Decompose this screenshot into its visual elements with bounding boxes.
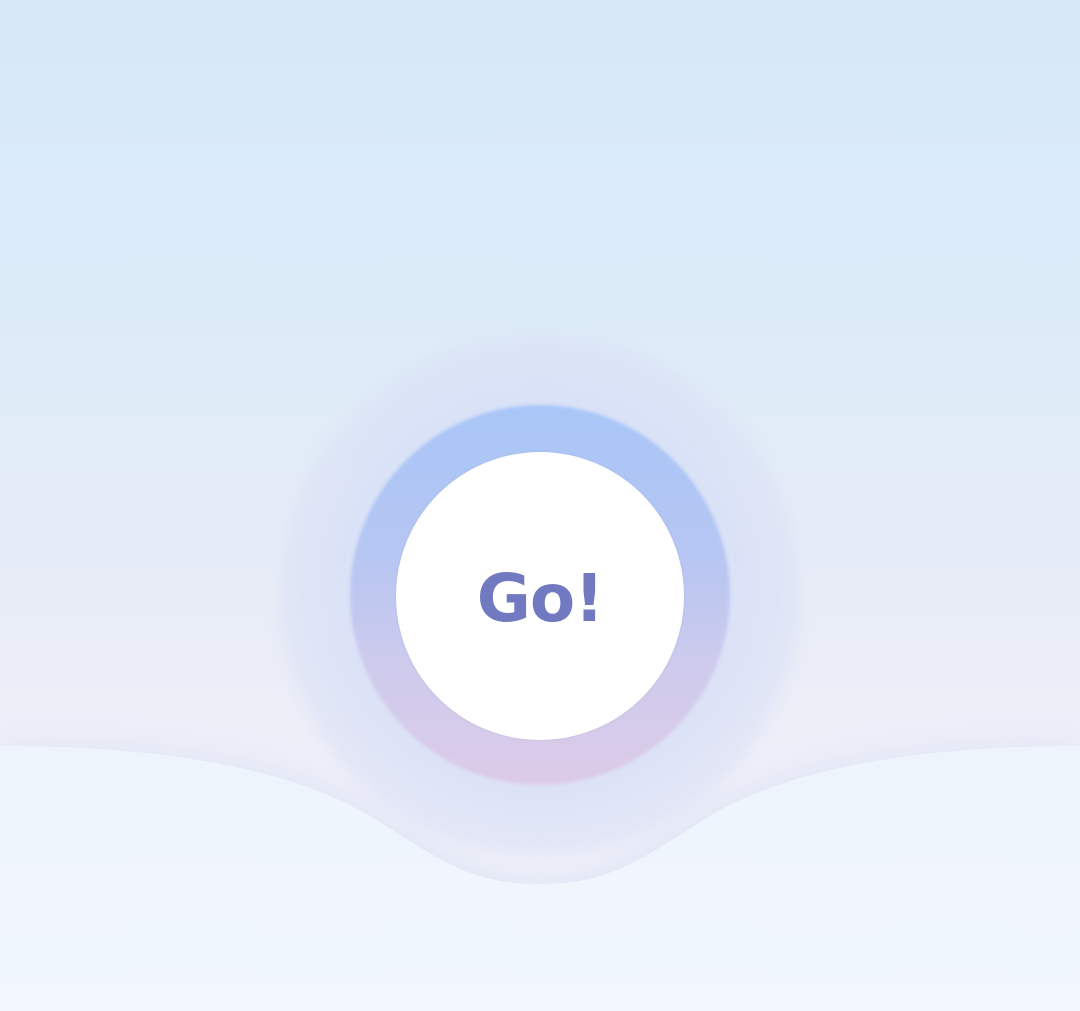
app-screen: Go! xyxy=(0,0,1080,1011)
go-button[interactable]: Go! xyxy=(396,452,684,740)
go-button-label: Go! xyxy=(476,559,605,637)
